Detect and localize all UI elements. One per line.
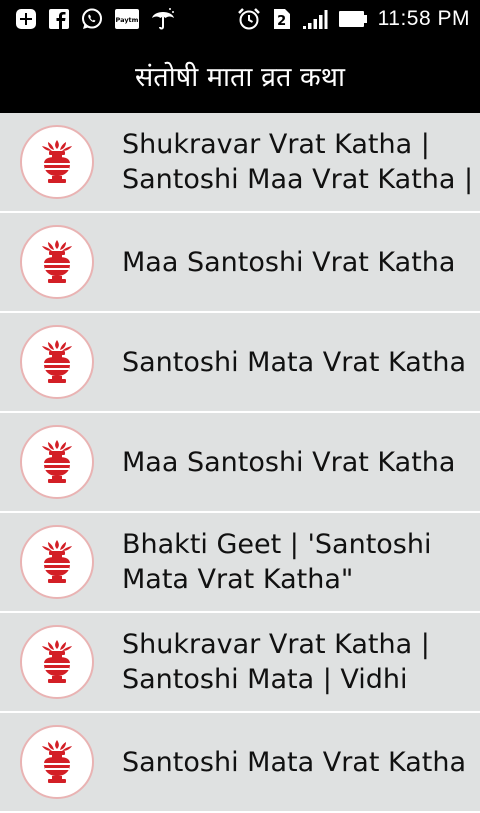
list-item[interactable]: Santoshi Mata Vrat Katha — [0, 313, 480, 413]
katha-list: Shukravar Vrat Katha | Santoshi Maa Vrat… — [0, 113, 480, 813]
list-item-label: Santoshi Mata Vrat Katha — [122, 746, 467, 778]
list-item[interactable]: Maa Santoshi Vrat Katha — [0, 413, 480, 513]
status-bar-notifications: Paytm — [0, 6, 176, 32]
list-item-label: Shukravar Vrat Katha | Santoshi Mata | V… — [122, 629, 430, 695]
kalash-icon — [20, 625, 94, 699]
status-bar-system: 2 11:58 PM — [236, 0, 470, 38]
kalash-icon — [20, 325, 94, 399]
list-item-label: Santoshi Mata Vrat Katha — [122, 346, 467, 378]
list-item[interactable]: Santoshi Mata Vrat Katha — [0, 713, 480, 813]
kalash-icon — [20, 525, 94, 599]
paytm-label: Paytm — [116, 16, 139, 24]
battery-icon — [338, 9, 368, 29]
kalash-icon — [20, 725, 94, 799]
list-item[interactable]: Shukravar Vrat Katha | Santoshi Mata | V… — [0, 613, 480, 713]
facebook-icon — [48, 8, 70, 30]
umbrella-icon — [150, 6, 176, 32]
app-title: संतोषी माता व्रत कथा — [135, 62, 345, 93]
sim-2-icon: 2 — [272, 7, 292, 31]
kalash-icon — [20, 125, 94, 199]
notification-plus-icon — [14, 7, 38, 31]
signal-icon — [302, 7, 328, 31]
list-item-label: Maa Santoshi Vrat Katha — [122, 446, 456, 478]
alarm-icon — [236, 6, 262, 32]
status-time: 11:58 PM — [377, 7, 470, 30]
list-item-label: Maa Santoshi Vrat Katha — [122, 246, 456, 278]
status-bar: Paytm 2 11:58 PM — [0, 0, 480, 38]
list-item[interactable]: Bhakti Geet | 'Santoshi Mata Vrat Katha" — [0, 513, 480, 613]
kalash-icon — [20, 425, 94, 499]
app-header: संतोषी माता व्रत कथा — [0, 38, 480, 113]
kalash-icon — [20, 225, 94, 299]
whatsapp-icon — [80, 7, 104, 31]
list-item[interactable]: Shukravar Vrat Katha | Santoshi Maa Vrat… — [0, 113, 480, 213]
list-item-label: Shukravar Vrat Katha | Santoshi Maa Vrat… — [122, 129, 474, 195]
sim-slot-number: 2 — [277, 13, 287, 29]
paytm-icon: Paytm — [114, 7, 140, 31]
list-item-label: Bhakti Geet | 'Santoshi Mata Vrat Katha" — [122, 529, 432, 595]
list-item[interactable]: Maa Santoshi Vrat Katha — [0, 213, 480, 313]
